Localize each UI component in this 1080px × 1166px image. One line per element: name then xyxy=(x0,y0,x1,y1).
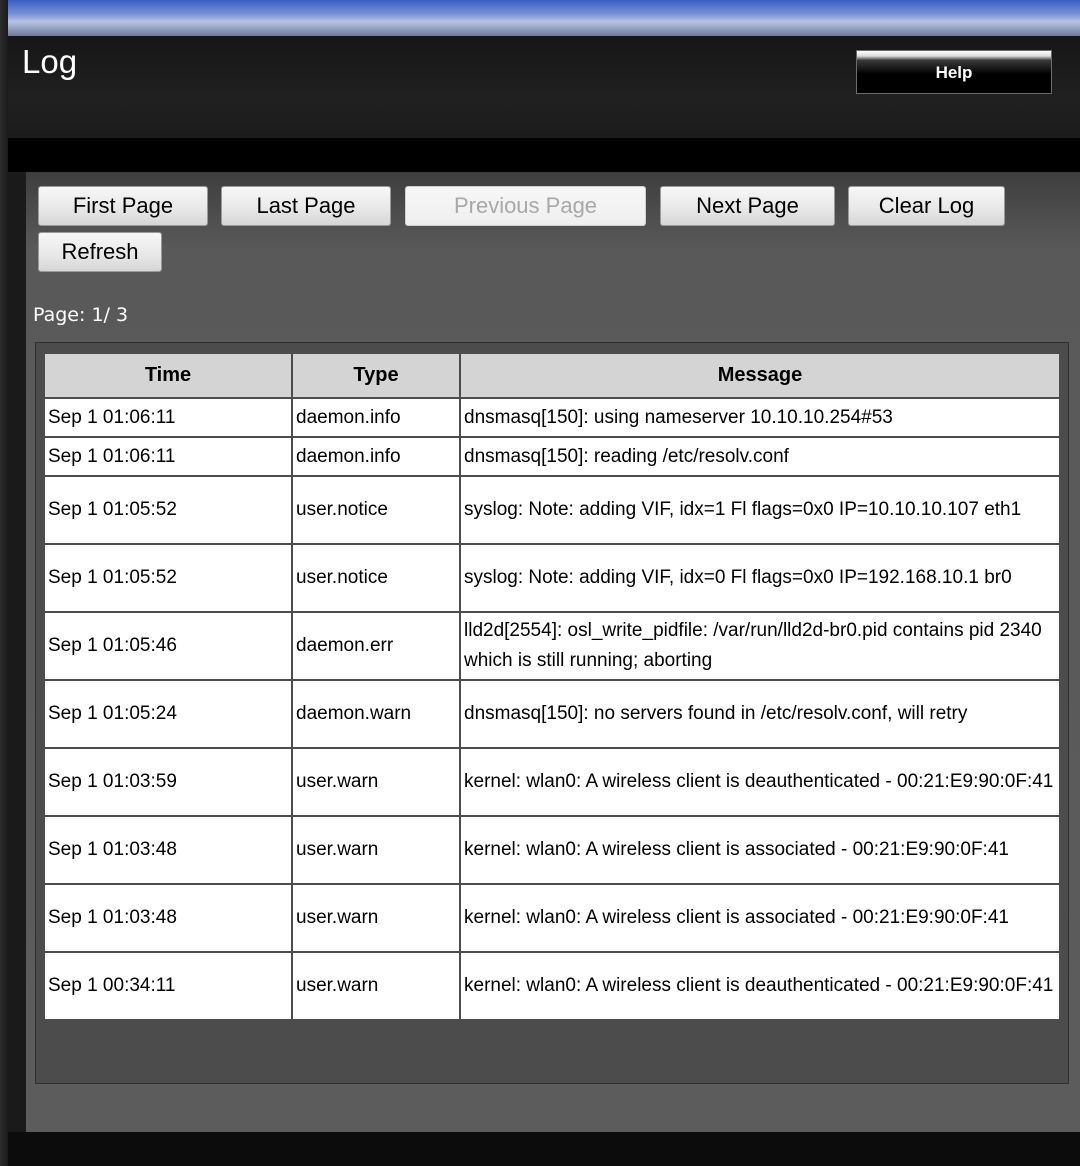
table-row: Sep 1 01:03:48 user.warn kernel: wlan0: … xyxy=(43,883,1061,953)
cell-message: dnsmasq[150]: no servers found in /etc/r… xyxy=(459,679,1061,749)
table-row: Sep 1 01:03:48 user.warn kernel: wlan0: … xyxy=(43,815,1061,885)
cell-message: kernel: wlan0: A wireless client is deau… xyxy=(459,951,1061,1021)
table-row: Sep 1 01:06:11 daemon.info dnsmasq[150]:… xyxy=(43,397,1061,438)
cell-type: daemon.err xyxy=(291,611,461,681)
cell-message: syslog: Note: adding VIF, idx=1 Fl flags… xyxy=(459,475,1061,545)
previous-page-button[interactable]: Previous Page xyxy=(405,186,646,226)
cell-type: daemon.info xyxy=(291,436,461,477)
cell-type: user.warn xyxy=(291,951,461,1021)
left-border xyxy=(0,0,8,1166)
table-row: Sep 1 01:05:24 daemon.warn dnsmasq[150]:… xyxy=(43,679,1061,749)
page-title: Log xyxy=(22,43,78,80)
cell-time: Sep 1 00:34:11 xyxy=(43,951,293,1021)
cell-message: dnsmasq[150]: reading /etc/resolv.conf xyxy=(459,436,1061,477)
column-header-type: Type xyxy=(291,352,461,399)
column-header-time: Time xyxy=(43,352,293,399)
first-page-button[interactable]: First Page xyxy=(38,186,208,226)
cell-time: Sep 1 01:03:48 xyxy=(43,883,293,953)
cell-message: dnsmasq[150]: using nameserver 10.10.10.… xyxy=(459,397,1061,438)
table-row: Sep 1 01:05:46 daemon.err lld2d[2554]: o… xyxy=(43,611,1061,681)
cell-time: Sep 1 01:06:11 xyxy=(43,397,293,438)
header-divider-band xyxy=(8,138,1080,172)
cell-type: daemon.info xyxy=(291,397,461,438)
cell-time: Sep 1 01:05:52 xyxy=(43,475,293,545)
cell-type: daemon.warn xyxy=(291,679,461,749)
cell-message: kernel: wlan0: A wireless client is asso… xyxy=(459,815,1061,885)
table-row: Sep 1 00:34:11 user.warn kernel: wlan0: … xyxy=(43,951,1061,1021)
cell-time: Sep 1 01:06:11 xyxy=(43,436,293,477)
cell-time: Sep 1 01:05:24 xyxy=(43,679,293,749)
cell-message: lld2d[2554]: osl_write_pidfile: /var/run… xyxy=(459,611,1061,681)
cell-message: kernel: wlan0: A wireless client is asso… xyxy=(459,883,1061,953)
refresh-button[interactable]: Refresh xyxy=(38,232,162,272)
cell-type: user.warn xyxy=(291,883,461,953)
log-table: Time Type Message Sep 1 01:06:11 daemon.… xyxy=(43,352,1061,1021)
last-page-button[interactable]: Last Page xyxy=(221,186,391,226)
table-header-row: Time Type Message xyxy=(43,352,1061,399)
table-row: Sep 1 01:06:11 daemon.info dnsmasq[150]:… xyxy=(43,436,1061,477)
cell-message: kernel: wlan0: A wireless client is deau… xyxy=(459,747,1061,817)
table-row: Sep 1 01:05:52 user.notice syslog: Note:… xyxy=(43,475,1061,545)
column-header-message: Message xyxy=(459,352,1061,399)
help-button[interactable]: Help xyxy=(856,50,1052,94)
footer-band xyxy=(8,1132,1080,1166)
cell-time: Sep 1 01:03:48 xyxy=(43,815,293,885)
table-row: Sep 1 01:03:59 user.warn kernel: wlan0: … xyxy=(43,747,1061,817)
table-row: Sep 1 01:05:52 user.notice syslog: Note:… xyxy=(43,543,1061,613)
top-gradient-bar xyxy=(8,0,1080,36)
cell-time: Sep 1 01:03:59 xyxy=(43,747,293,817)
cell-type: user.warn xyxy=(291,747,461,817)
cell-type: user.notice xyxy=(291,475,461,545)
page-indicator: Page: 1/ 3 xyxy=(33,304,129,326)
cell-time: Sep 1 01:05:52 xyxy=(43,543,293,613)
cell-type: user.notice xyxy=(291,543,461,613)
next-page-button[interactable]: Next Page xyxy=(660,186,835,226)
clear-log-button[interactable]: Clear Log xyxy=(848,186,1005,226)
cell-type: user.warn xyxy=(291,815,461,885)
cell-time: Sep 1 01:05:46 xyxy=(43,611,293,681)
cell-message: syslog: Note: adding VIF, idx=0 Fl flags… xyxy=(459,543,1061,613)
